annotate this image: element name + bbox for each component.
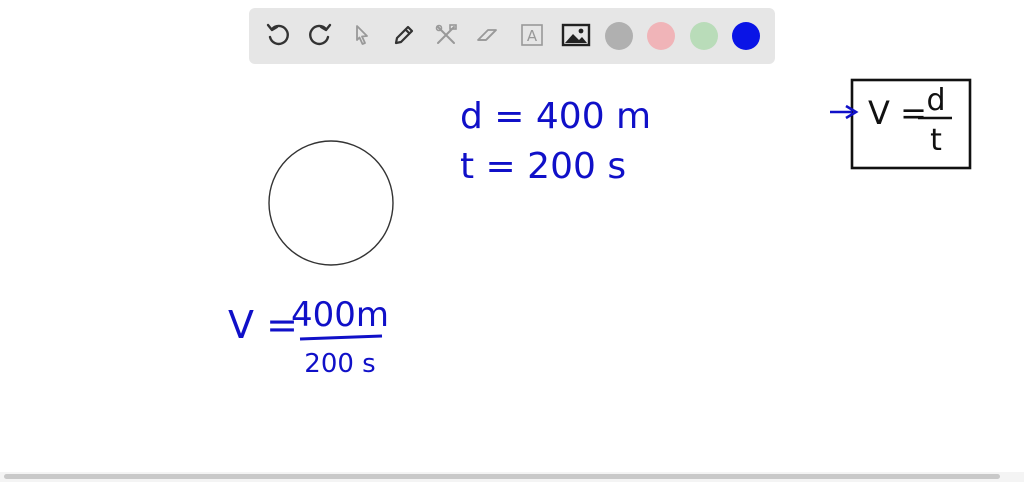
formula-box: V = d t: [830, 78, 972, 170]
formula-numerator: d: [926, 83, 945, 118]
given-distance: d = 400 m: [460, 96, 651, 137]
work-numerator: 400m: [291, 295, 389, 335]
drawing-canvas[interactable]: d = 400 m t = 200 s V = d t V = 400m 200…: [0, 0, 1024, 482]
work-denominator: 200 s: [304, 349, 375, 379]
work-v: V =: [228, 303, 298, 347]
drawn-circle: [268, 140, 394, 266]
scrollbar-thumb[interactable]: [4, 474, 1000, 479]
given-time: t = 200 s: [460, 146, 626, 187]
formula-denominator: t: [930, 123, 942, 158]
work-fraction-bar: [299, 334, 383, 341]
formula-v: V =: [868, 94, 927, 132]
